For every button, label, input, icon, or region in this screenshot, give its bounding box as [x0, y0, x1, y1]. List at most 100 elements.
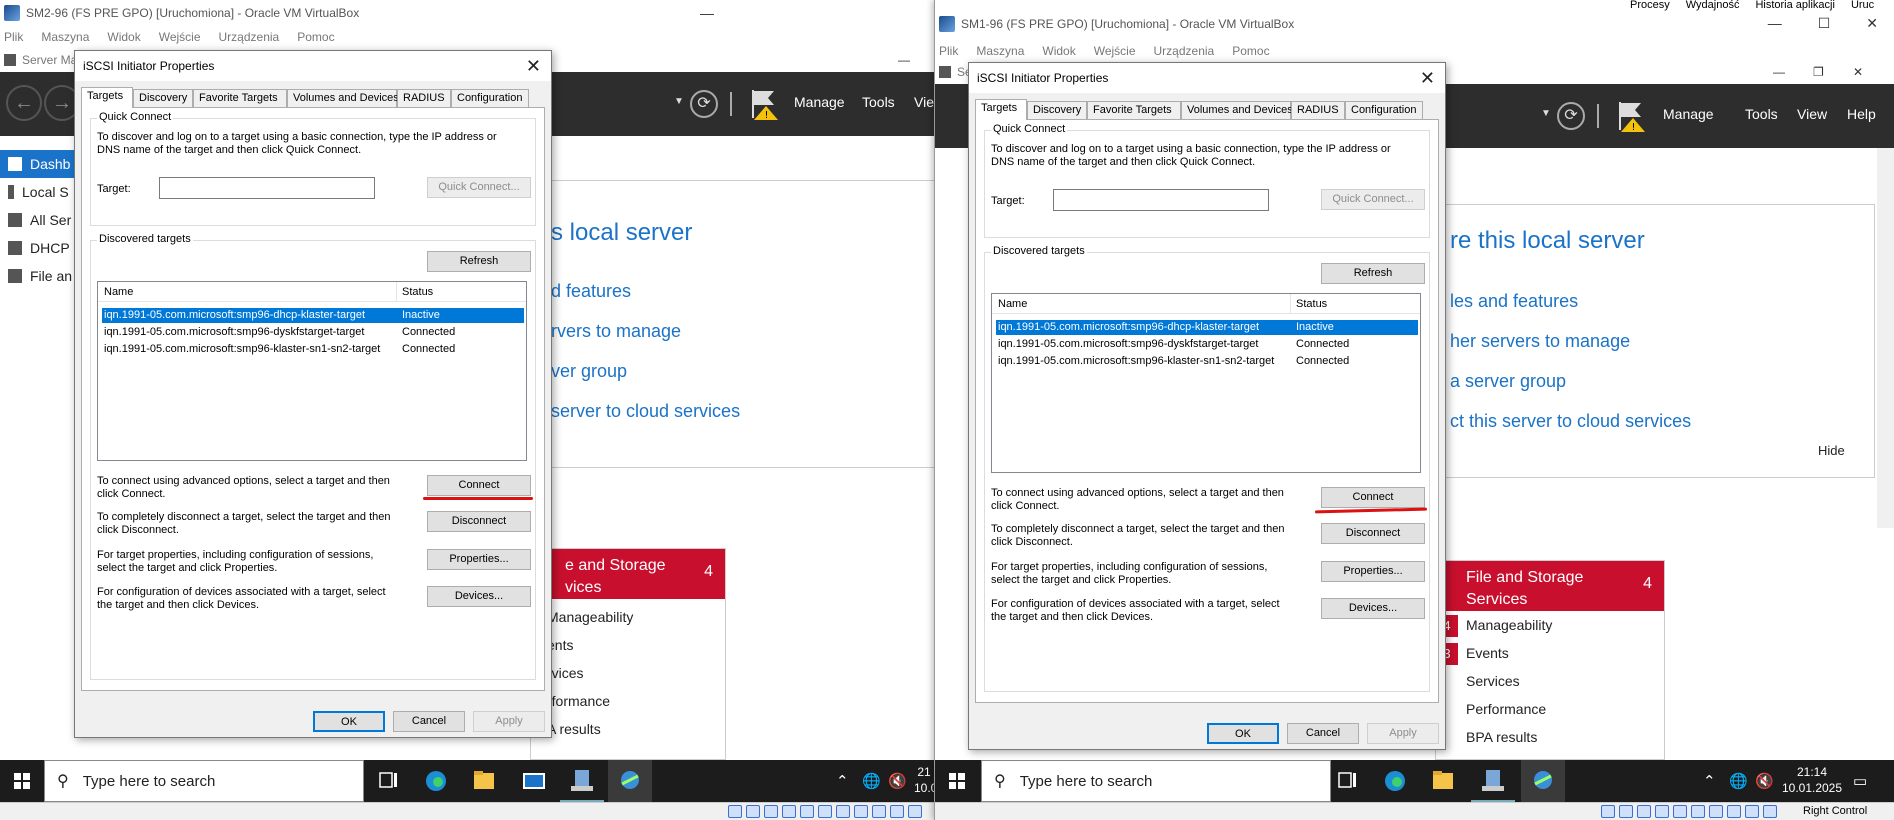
help-menu[interactable]: Help — [1847, 106, 1876, 122]
tools-menu[interactable]: Tools — [862, 94, 895, 110]
tile-header[interactable]: File and Storage Services — [1436, 561, 1664, 611]
file-storage-tile[interactable]: e and Storage vices 4 Manageability ents… — [530, 548, 726, 760]
scrollbar[interactable] — [1877, 148, 1894, 528]
hdd-icon[interactable] — [1601, 805, 1615, 818]
link-add-servers[interactable]: rvers to manage — [551, 321, 681, 342]
back-icon[interactable]: ← — [6, 85, 42, 121]
network-icon[interactable]: 🌐 — [862, 772, 881, 790]
devices-button[interactable]: Devices... — [427, 586, 531, 607]
menu-plik[interactable]: Plik — [939, 44, 958, 58]
tab-procesy[interactable]: Procesy — [1630, 0, 1670, 12]
optical-icon[interactable] — [746, 805, 760, 818]
edge-icon[interactable] — [1373, 760, 1417, 802]
cpu-icon[interactable] — [854, 805, 868, 818]
column-name[interactable]: Name — [998, 298, 1027, 310]
link-create-server-group[interactable]: a server group — [1450, 371, 1566, 392]
menu-plik[interactable]: Plik — [4, 30, 23, 44]
tab-historia[interactable]: Historia aplikacji — [1755, 0, 1834, 12]
tab-configuration[interactable]: Configuration — [1345, 101, 1423, 119]
file-explorer-icon[interactable] — [462, 760, 506, 802]
display-icon[interactable] — [1673, 805, 1687, 818]
column-status[interactable]: Status — [402, 286, 433, 298]
server-manager-taskbar-icon[interactable] — [1471, 760, 1515, 802]
tab-discovery[interactable]: Discovery — [133, 89, 193, 107]
tab-configuration[interactable]: Configuration — [451, 89, 529, 107]
tab-targets[interactable]: Targets — [81, 87, 133, 108]
notifications-flag-icon[interactable]: ! — [748, 86, 784, 122]
refresh-icon[interactable]: ⟳ — [690, 90, 718, 118]
target-input[interactable] — [1053, 189, 1269, 211]
video-capture-icon[interactable] — [818, 805, 832, 818]
list-item[interactable]: iqn.1991-05.com.microsoft:smp96-dyskfsta… — [102, 325, 524, 340]
apply-button[interactable]: Apply — [473, 711, 545, 732]
chevron-up-icon[interactable]: ⌃ — [1703, 772, 1716, 790]
link-connect-cloud[interactable]: ct this server to cloud services — [1450, 411, 1691, 432]
link-add-servers[interactable]: her servers to manage — [1450, 331, 1630, 352]
tab-uruchamianie[interactable]: Uruc — [1851, 0, 1874, 12]
tile-row-performance[interactable]: Performance — [1466, 701, 1546, 717]
taskbar-search[interactable]: ⚲ Type here to search — [981, 760, 1331, 802]
cancel-button[interactable]: Cancel — [1287, 723, 1359, 744]
file-explorer-icon[interactable] — [1421, 760, 1465, 802]
close-icon[interactable]: ✕ — [1866, 15, 1878, 32]
tab-favorite-targets[interactable]: Favorite Targets — [1087, 101, 1181, 119]
link-connect-cloud[interactable]: server to cloud services — [551, 401, 740, 422]
menu-pomoc[interactable]: Pomoc — [1232, 44, 1269, 58]
minimize-icon[interactable]: — — [1768, 15, 1782, 31]
devices-button[interactable]: Devices... — [1321, 598, 1425, 619]
tile-row-events[interactable]: Events — [1466, 645, 1509, 661]
menu-maszyna[interactable]: Maszyna — [976, 44, 1024, 58]
chevron-down-icon[interactable]: ▼ — [1541, 108, 1551, 119]
connect-button[interactable]: Connect — [427, 475, 531, 496]
tab-discovery[interactable]: Discovery — [1027, 101, 1087, 119]
restore-icon[interactable]: ❐ — [1813, 65, 1824, 79]
shared-folder-icon[interactable] — [782, 805, 796, 818]
start-icon[interactable] — [0, 760, 44, 802]
menu-wejscie[interactable]: Wejście — [159, 30, 201, 44]
list-item[interactable]: iqn.1991-05.com.microsoft:smp96-klaster-… — [102, 342, 524, 357]
tab-radius[interactable]: RADIUS — [1291, 101, 1345, 119]
keyboard-icon[interactable] — [890, 805, 904, 818]
sidebar-item-all-servers[interactable]: All Ser — [0, 206, 80, 234]
view-menu[interactable]: View — [1797, 106, 1827, 122]
app-icon[interactable] — [512, 760, 556, 802]
close-icon[interactable]: ✕ — [526, 56, 541, 77]
menu-urzadzenia[interactable]: Urządzenia — [219, 30, 280, 44]
hide-link[interactable]: Hide — [1818, 443, 1845, 458]
quick-connect-button[interactable]: Quick Connect... — [1321, 189, 1425, 210]
menu-widok[interactable]: Widok — [107, 30, 140, 44]
tab-wydajnosc[interactable]: Wydajność — [1686, 0, 1740, 12]
close-icon[interactable]: ✕ — [1853, 65, 1863, 79]
list-item[interactable]: iqn.1991-05.com.microsoft:smp96-dhcp-kla… — [996, 320, 1418, 335]
link-create-server-group[interactable]: ver group — [551, 361, 627, 382]
optical-icon[interactable] — [1619, 805, 1633, 818]
connect-button[interactable]: Connect — [1321, 487, 1425, 508]
tile-row-services[interactable]: rvices — [547, 665, 584, 681]
network-adapter-icon[interactable] — [836, 805, 850, 818]
ok-button[interactable]: OK — [313, 711, 385, 732]
refresh-button[interactable]: Refresh — [1321, 263, 1425, 284]
target-input[interactable] — [159, 177, 375, 199]
tile-row-services[interactable]: Services — [1466, 673, 1520, 689]
minimize-icon[interactable]: — — [898, 53, 910, 67]
taskbar-clock[interactable]: 21:14 10.01.2025 — [1775, 764, 1849, 796]
tile-row-manageability[interactable]: Manageability — [1466, 617, 1552, 633]
start-icon[interactable] — [935, 760, 979, 802]
usb-icon[interactable] — [1637, 805, 1651, 818]
disconnect-button[interactable]: Disconnect — [427, 511, 531, 532]
menu-widok[interactable]: Widok — [1042, 44, 1075, 58]
shared-folder-icon[interactable] — [1655, 805, 1669, 818]
network-adapter-icon[interactable] — [1709, 805, 1723, 818]
display-icon[interactable] — [800, 805, 814, 818]
quick-connect-button[interactable]: Quick Connect... — [427, 177, 531, 198]
keyboard-icon[interactable] — [1763, 805, 1777, 818]
column-status[interactable]: Status — [1296, 298, 1327, 310]
notifications-flag-icon[interactable]: ! — [1615, 98, 1651, 134]
list-item[interactable]: iqn.1991-05.com.microsoft:smp96-klaster-… — [996, 354, 1418, 369]
tile-row-manageability[interactable]: Manageability — [547, 609, 633, 625]
cancel-button[interactable]: Cancel — [393, 711, 465, 732]
tab-targets[interactable]: Targets — [975, 99, 1027, 120]
tile-row-bpa[interactable]: BPA results — [1466, 729, 1537, 745]
network-icon[interactable]: 🌐 — [1729, 772, 1748, 790]
menu-urzadzenia[interactable]: Urządzenia — [1154, 44, 1215, 58]
